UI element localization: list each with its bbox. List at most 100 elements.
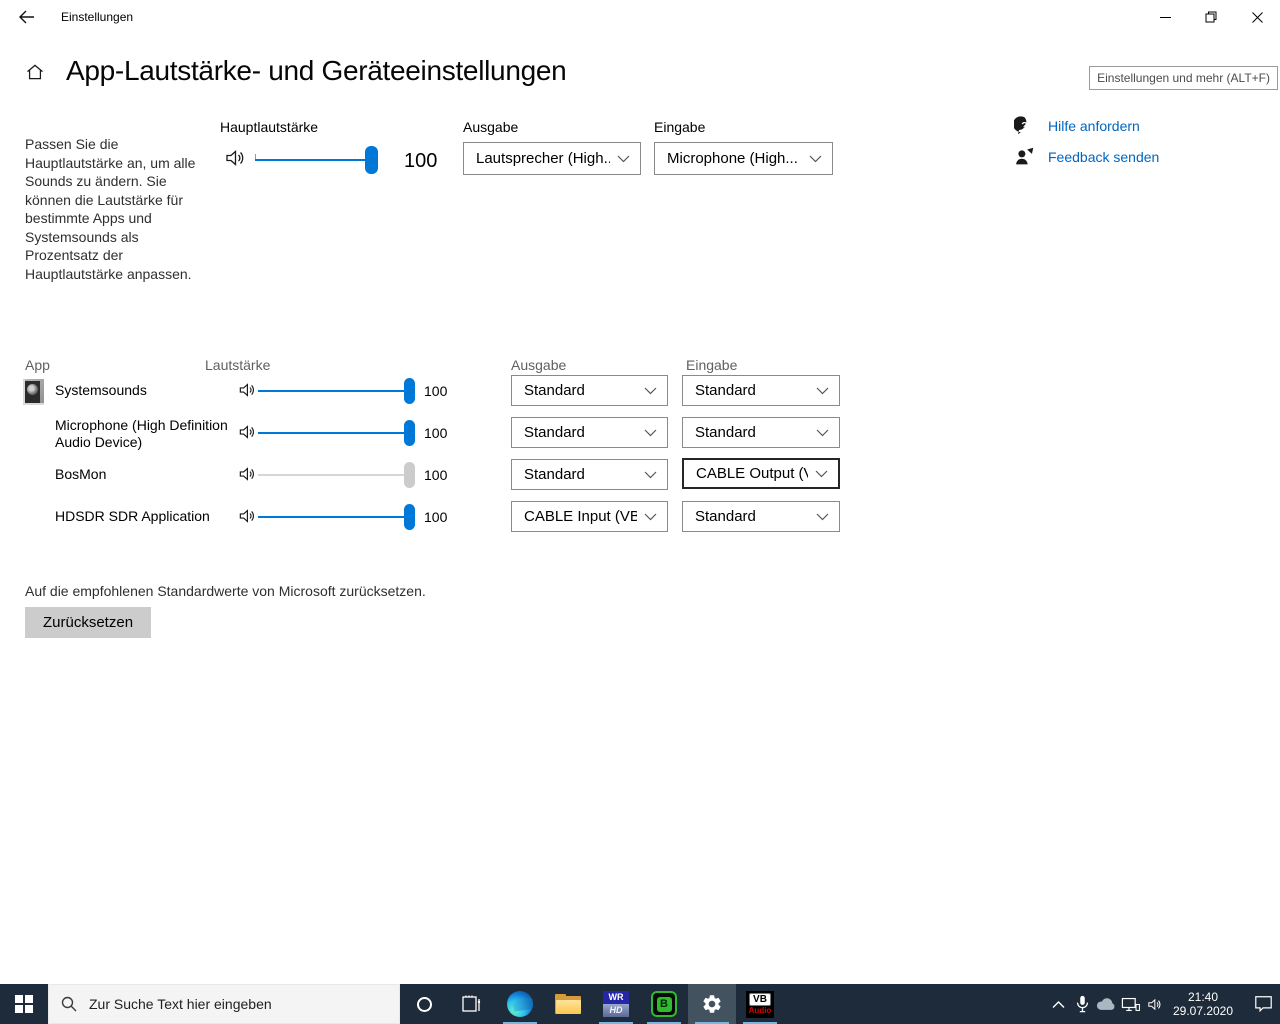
action-center-button[interactable] [1246,984,1280,1024]
master-input-label: Eingabe [654,119,706,135]
taskbar-app-file-explorer[interactable] [544,984,592,1024]
volume-icon [237,422,257,442]
chevron-down-icon [644,387,657,394]
minimize-button[interactable] [1142,0,1188,34]
chevron-down-icon [644,513,657,520]
taskbar-clock[interactable]: 21:40 29.07.2020 [1166,990,1240,1018]
tray-chevron-button[interactable] [1046,984,1070,1024]
settings-window: Einstellungen App-Lautstärke- und Geräte… [0,0,1280,1024]
app-volume-value: 100 [424,466,448,483]
speaker-icon [1147,998,1160,1010]
tray-network-button[interactable] [1118,984,1142,1024]
slider-thumb[interactable] [404,378,415,404]
app-input-select[interactable]: CABLE Output (VB- [682,458,840,489]
system-tray: 21:40 29.07.2020 [1046,984,1280,1024]
col-header-input: Eingabe [686,357,738,373]
window-title: Einstellungen [61,10,134,24]
slider-thumb[interactable] [404,420,415,446]
network-icon [1121,997,1140,1011]
master-volume-label: Hauptlautstärke [220,119,319,135]
edge-icon [507,991,533,1017]
vb-audio-icon: VB Audio [746,990,774,1018]
send-feedback-link[interactable]: Feedback senden [1014,146,1159,167]
app-name: Microphone (High Definition Audio Device… [55,417,228,450]
search-icon [61,996,77,1012]
app-volume-value: 100 [424,424,448,441]
app-volume-value: 100 [424,382,448,399]
windows-logo-icon [15,995,33,1013]
app-volume-slider-disabled [258,461,415,489]
bosmon-icon: B [651,991,677,1017]
app-output-select[interactable]: CABLE Input (VB-A [511,501,668,532]
col-header-output: Ausgabe [511,357,567,373]
help-bubble-icon: ? [1014,116,1028,135]
app-output-select[interactable]: Standard [511,417,668,448]
master-volume-slider[interactable] [255,146,378,174]
search-placeholder: Zur Suche Text hier eingeben [89,996,272,1012]
slider-thumb[interactable] [404,504,415,530]
volume-icon [237,464,257,484]
minimize-icon [1159,16,1171,18]
master-slider-thumb[interactable] [365,146,378,174]
clock-date: 29.07.2020 [1172,1004,1234,1018]
chevron-down-icon [809,155,822,162]
cortana-button[interactable] [400,984,448,1024]
page-title: App-Lautstärke- und Geräteeinstellungen [66,55,567,86]
chevron-down-icon [617,155,630,162]
app-volume-slider[interactable] [258,503,415,531]
chevron-down-icon [815,470,828,477]
tray-volume-button[interactable] [1142,984,1166,1024]
app-volume-slider[interactable] [258,419,415,447]
slider-thumb [404,462,415,488]
taskbar-app-bosmon[interactable]: B [640,984,688,1024]
hdsdr-icon: WR HD [603,991,629,1017]
action-center-icon [1254,996,1272,1013]
close-button[interactable] [1234,0,1280,34]
chevron-down-icon [816,513,829,520]
settings-gear-icon [703,995,721,1013]
app-volume-slider[interactable] [258,377,415,405]
clock-time: 21:40 [1187,990,1219,1004]
tray-onedrive-button[interactable] [1094,984,1118,1024]
app-volume-value: 100 [424,508,448,525]
start-button[interactable] [0,984,48,1024]
master-output-select[interactable]: Lautsprecher (High... [463,142,641,175]
app-output-select[interactable]: Standard [511,375,668,406]
volume-icon [223,146,247,170]
chevron-up-icon [1052,1000,1064,1008]
master-output-label: Ausgabe [463,119,519,135]
task-view-button[interactable] [448,984,496,1024]
chevron-down-icon [816,429,829,436]
menu-tooltip: Einstellungen und mehr (ALT+F) [1089,66,1278,90]
task-view-icon [462,995,481,1012]
taskbar-app-vb-audio[interactable]: VB Audio [736,984,784,1024]
taskbar-app-hdsdr[interactable]: WR HD [592,984,640,1024]
taskbar-app-settings[interactable] [688,984,736,1024]
file-explorer-icon [555,994,581,1014]
app-input-select[interactable]: Standard [682,375,840,406]
taskbar-search-input[interactable]: Zur Suche Text hier eingeben [48,984,400,1024]
app-input-select[interactable]: Standard [682,417,840,448]
chevron-down-icon [816,387,829,394]
app-input-select[interactable]: Standard [682,501,840,532]
titlebar: Einstellungen [0,0,1280,34]
tray-microphone-button[interactable] [1070,984,1094,1024]
col-header-volume: Lautstärke [205,357,271,373]
get-help-link[interactable]: ? Hilfe anfordern [1014,115,1140,136]
app-output-select[interactable]: Standard [511,459,668,490]
master-input-select[interactable]: Microphone (High... [654,142,833,175]
home-icon[interactable] [25,62,45,87]
systemsounds-speaker-icon [23,379,46,406]
chevron-down-icon [644,429,657,436]
col-header-app: App [25,357,50,373]
feedback-person-icon [1016,147,1034,165]
back-button[interactable] [12,4,40,30]
volume-icon [237,380,257,400]
taskbar-app-edge[interactable] [496,984,544,1024]
reset-button[interactable]: Zurücksetzen [25,607,152,638]
restore-button[interactable] [1188,0,1234,34]
app-name: BosMon [55,466,107,482]
intro-text: Passen Sie die Hauptlautstärke an, um al… [25,136,196,282]
close-icon [1251,11,1263,23]
reset-description: Auf die empfohlenen Standardwerte von Mi… [25,583,426,599]
